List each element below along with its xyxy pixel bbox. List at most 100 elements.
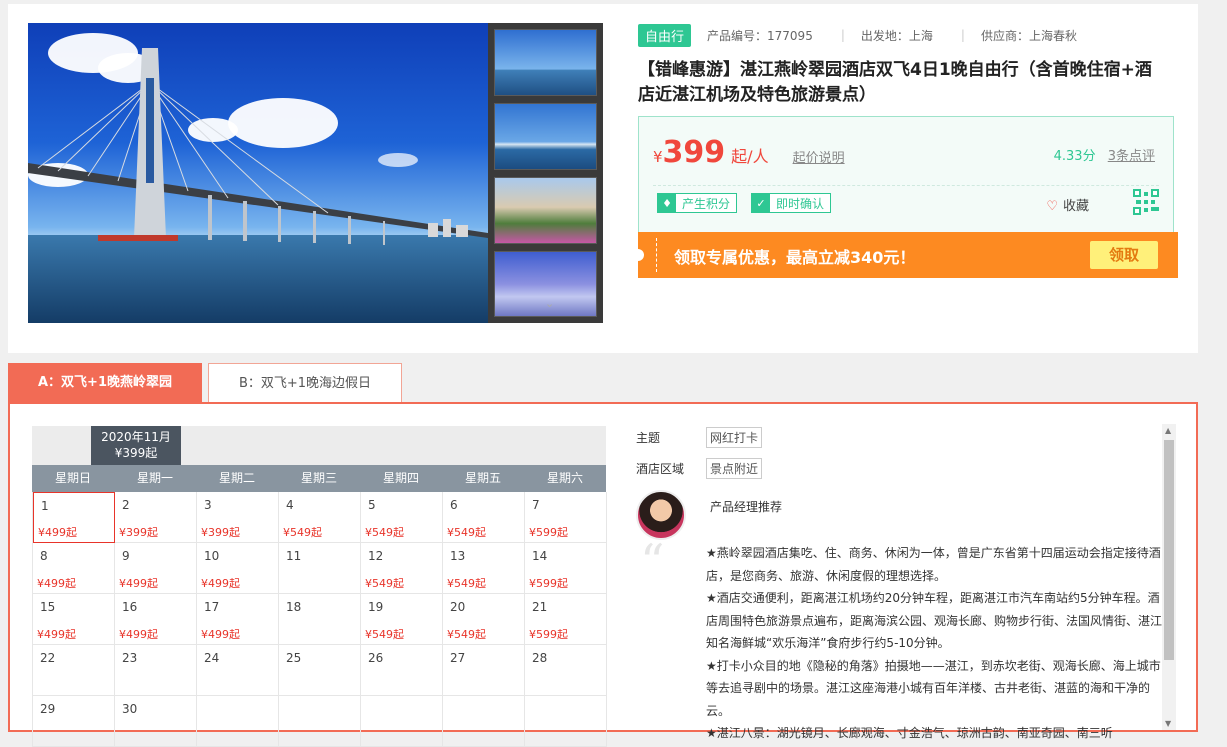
price-unit: 起/人 <box>731 147 769 166</box>
attribute-theme: 主题 网红打卡 <box>636 426 1156 448</box>
quote-icon: “ <box>640 534 665 590</box>
calendar-day-cell[interactable]: 27 <box>443 645 525 696</box>
theme-chip: 网红打卡 <box>706 426 763 448</box>
weekday-label: 星期六 <box>546 471 583 485</box>
calendar-day-cell[interactable]: 30 <box>115 696 197 747</box>
month-selector[interactable]: 2020年11月 ¥399起 <box>91 426 181 465</box>
calendar-day-cell[interactable]: 23 <box>115 645 197 696</box>
day-price: ¥599起 <box>529 577 568 590</box>
day-number: 9 <box>122 549 130 563</box>
product-manager: 产品经理推荐 <box>636 488 1156 548</box>
calendar-day-cell <box>443 696 525 747</box>
calendar-day-cell[interactable]: 22 <box>33 645 115 696</box>
calendar-day-cell[interactable]: 1 ¥499起 <box>33 492 115 543</box>
thumbnail-3[interactable] <box>494 177 597 244</box>
badge-label: 产生积分 <box>682 196 731 211</box>
calendar-grid: 1 ¥499起 2 ¥399起 3 ¥399起 4 ¥549起 5 ¥549起 6 ¥549起 7 ¥59… <box>32 492 607 747</box>
meta-row: 自由行 产品编号：177095 | 出发地：上海 | 供应商：上海春秋 <box>638 23 1178 47</box>
day-number: 30 <box>122 702 138 716</box>
qr-code-icon[interactable] <box>1133 189 1159 215</box>
calendar-day-cell[interactable]: 18 <box>279 594 361 645</box>
calendar-day-cell[interactable]: 17 ¥499起 <box>197 594 279 645</box>
calendar-day-cell[interactable]: 24 <box>197 645 279 696</box>
calendar-day-cell[interactable]: 13 ¥549起 <box>443 543 525 594</box>
day-price: ¥399起 <box>201 526 240 539</box>
calendar-day-cell[interactable]: 10 ¥499起 <box>197 543 279 594</box>
dashed-divider <box>653 185 1159 186</box>
day-price: ¥549起 <box>447 526 486 539</box>
reviews-link[interactable]: 3条点评 <box>1108 149 1155 164</box>
weekday-label: 星期一 <box>136 471 173 485</box>
attribute-key: 酒店区域 <box>636 461 685 476</box>
divider: | <box>960 28 965 42</box>
calendar-day-cell[interactable]: 28 <box>525 645 607 696</box>
day-price: ¥499起 <box>37 577 76 590</box>
day-price: ¥399起 <box>119 526 158 539</box>
scroll-up-icon[interactable]: ▲ <box>1165 426 1171 435</box>
hero-image[interactable] <box>28 23 488 323</box>
calendar-day-cell[interactable]: 29 <box>33 696 115 747</box>
day-number: 11 <box>286 549 302 563</box>
favorite-label: 收藏 <box>1062 199 1089 214</box>
calendar-day-cell <box>279 696 361 747</box>
day-number: 17 <box>204 600 220 614</box>
calendar-day-cell[interactable]: 19 ¥549起 <box>361 594 443 645</box>
weekday-label: 星期日 <box>54 471 91 485</box>
chevron-down-icon[interactable]: ⌄ <box>545 297 554 310</box>
day-price: ¥499起 <box>119 628 158 641</box>
badges: ♦ 产生积分 ✓ 即时确认 <box>657 193 845 213</box>
promo-banner: 领取专属优惠，最高立减340元！ 领取 <box>632 232 1178 278</box>
price-explain-link[interactable]: 起价说明 <box>793 147 845 166</box>
calendar-day-cell[interactable]: 16 ¥499起 <box>115 594 197 645</box>
divider: | <box>840 28 845 42</box>
rating: 4.33分 3条点评 <box>1054 145 1155 164</box>
calendar-day-cell[interactable]: 9 ¥499起 <box>115 543 197 594</box>
badge-label: 即时确认 <box>776 196 825 211</box>
description-paragraph: ★打卡小众目的地《隐秘的角落》拍摄地——湛江，到赤坎老街、观海长廊、海上城市等去… <box>706 658 1161 718</box>
scroll-thumb[interactable] <box>1164 440 1174 660</box>
calendar-day-cell[interactable]: 11 <box>279 543 361 594</box>
claim-coupon-button[interactable]: 领取 <box>1090 241 1158 269</box>
calendar-day-cell[interactable]: 7 ¥599起 <box>525 492 607 543</box>
calendar-day-cell[interactable]: 25 <box>279 645 361 696</box>
product-description: ★燕岭翠园酒店集吃、住、商务、休闲为一体，曾是广东省第十四届运动会指定接待酒店，… <box>706 542 1170 745</box>
currency-symbol: ¥ <box>653 148 663 166</box>
favorite-button[interactable]: ♡ 收藏 <box>1046 195 1089 214</box>
calendar-day-cell[interactable]: 5 ¥549起 <box>361 492 443 543</box>
product-detail-side: 主题 网红打卡 酒店区域 景点附近 产品经理推荐 <box>636 426 1156 548</box>
calendar-day-cell[interactable]: 21 ¥599起 <box>525 594 607 645</box>
calendar-day-cell[interactable]: 3 ¥399起 <box>197 492 279 543</box>
points-badge: ♦ 产生积分 <box>657 193 738 213</box>
calendar-day-cell[interactable]: 8 ¥499起 <box>33 543 115 594</box>
day-price: ¥549起 <box>447 577 486 590</box>
heart-icon: ♡ <box>1046 199 1058 214</box>
description-paragraph: ★湛江八景：湖光镜月、长廊观海、寸金浩气、琼洲古韵、南亚奇园、南三听 <box>706 726 1113 740</box>
tab-package-a[interactable]: A：双飞+1晚燕岭翠园 <box>8 363 202 403</box>
calendar-day-cell[interactable]: 14 ¥599起 <box>525 543 607 594</box>
thumbnail-4[interactable]: ⌄ <box>494 251 597 317</box>
calendar-day-cell[interactable]: 4 ¥549起 <box>279 492 361 543</box>
product-title: 【错峰惠游】湛江燕岭翠园酒店双飞4日1晚自由行（含首晚住宿+酒店近湛江机场及特色… <box>638 60 1152 105</box>
calendar-day-cell[interactable]: 15 ¥499起 <box>33 594 115 645</box>
day-price: ¥549起 <box>365 526 404 539</box>
calendar-day-cell[interactable]: 20 ¥549起 <box>443 594 525 645</box>
day-number: 1 <box>41 499 49 513</box>
day-price: ¥549起 <box>365 628 404 641</box>
tab-package-b[interactable]: B：双飞+1晚海边假日 <box>208 363 402 403</box>
day-number: 21 <box>532 600 548 614</box>
day-number: 14 <box>532 549 548 563</box>
day-number: 27 <box>450 651 466 665</box>
day-price: ¥549起 <box>447 628 486 641</box>
package-panel: 2020年11月 ¥399起 星期日 星期一 星期二 星期三 星期四 星期五 星期六 1 ¥4… <box>8 402 1198 747</box>
calendar-day-cell[interactable]: 26 <box>361 645 443 696</box>
scrollbar[interactable]: ▲ ▼ <box>1162 424 1176 730</box>
calendar-day-cell[interactable]: 2 ¥399起 <box>115 492 197 543</box>
description-paragraph: ★燕岭翠园酒店集吃、住、商务、休闲为一体，曾是广东省第十四届运动会指定接待酒店，… <box>706 546 1161 583</box>
package-tabs: A：双飞+1晚燕岭翠园 B：双飞+1晚海边假日 <box>8 363 402 403</box>
thumbnail-2[interactable] <box>494 103 597 170</box>
day-price: ¥549起 <box>365 577 404 590</box>
day-number: 18 <box>286 600 302 614</box>
calendar-day-cell[interactable]: 12 ¥549起 <box>361 543 443 594</box>
thumbnail-1[interactable] <box>494 29 597 96</box>
calendar-day-cell[interactable]: 6 ¥549起 <box>443 492 525 543</box>
